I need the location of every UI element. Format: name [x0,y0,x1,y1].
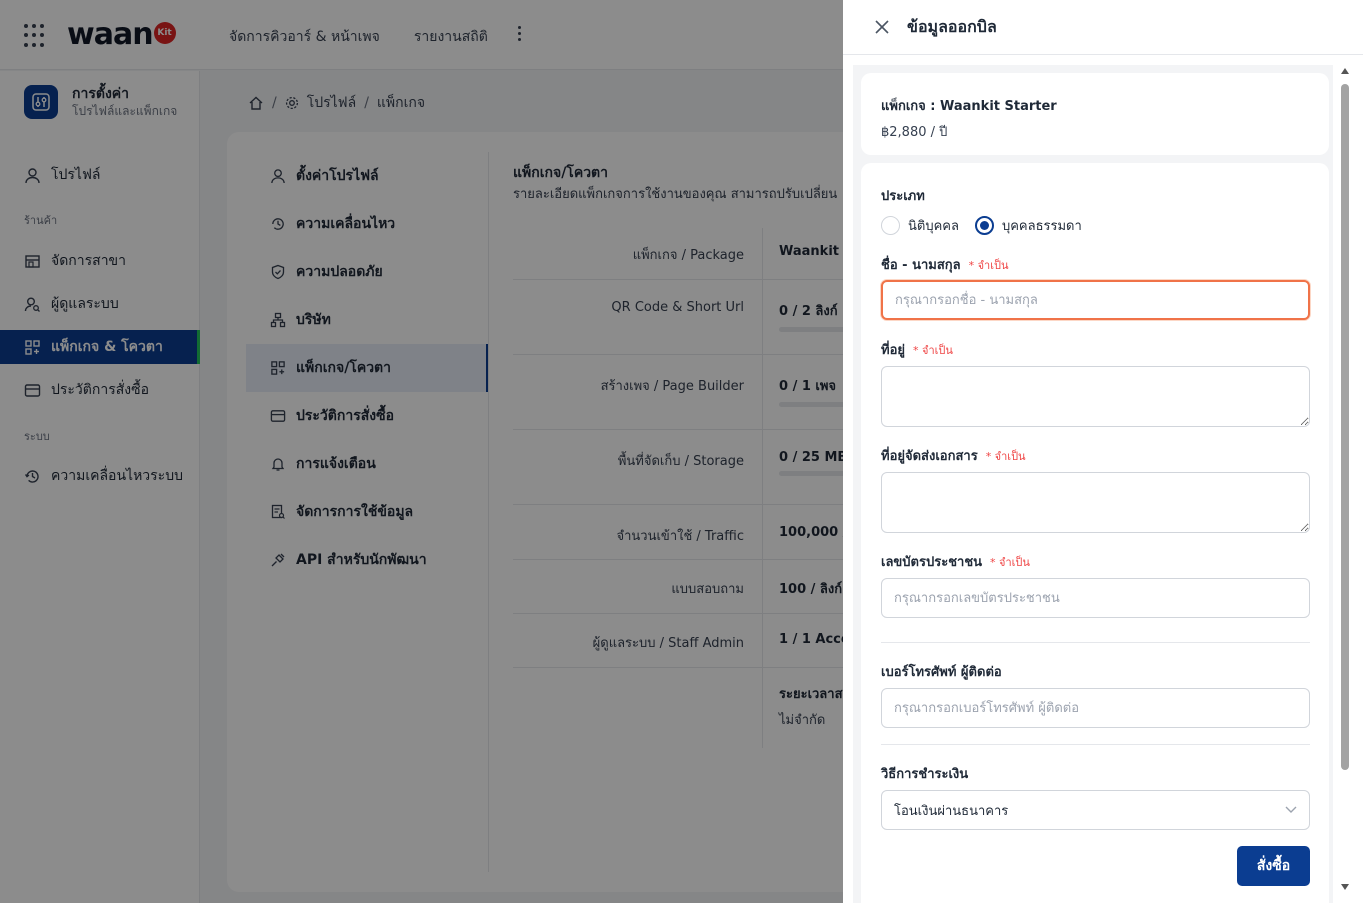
payment-selected-value: โอนเงินผ่านธนาคาร [894,803,1009,819]
chevron-down-icon [1285,806,1297,813]
radio-label: นิติบุคคล [908,219,959,234]
id-card-input[interactable] [881,578,1310,618]
name-label-text: ชื่อ - นามสกุล [881,258,961,273]
scroll-down-arrow[interactable] [1341,884,1349,890]
divider [881,744,1310,745]
package-summary-card: แพ็กเกจ : Waankit Starter ฿2,880 / ปี [861,73,1329,155]
drawer-header: ข้อมูลออกบิล [843,0,1363,55]
id-label-text: เลขบัตรประชาชน [881,555,983,570]
type-label-text: ประเภท [881,189,925,204]
radio-label: บุคคลธรรมดา [1001,219,1082,234]
close-icon[interactable] [873,18,891,36]
name-label: ชื่อ - นามสกุล * จำเป็น [881,254,1009,275]
shipping-address-textarea[interactable] [881,472,1310,533]
required-marker: * จำเป็น [985,450,1026,463]
radio-juristic[interactable]: นิติบุคคล [881,215,959,236]
package-name: แพ็กเกจ : Waankit Starter [881,99,1057,114]
payment-method-select[interactable]: โอนเงินผ่านธนาคาร [881,790,1310,830]
billing-drawer: ข้อมูลออกบิล แพ็กเกจ : Waankit Starter ฿… [843,0,1363,903]
payment-label-text: วิธีการชำระเงิน [881,767,969,782]
order-button[interactable]: สั่งซื้อ [1237,846,1310,886]
package-price: ฿2,880 / ปี [881,125,948,140]
phone-label-text: เบอร์โทรศัพท์ ผู้ติดต่อ [881,665,1002,680]
radio-circle-selected[interactable] [974,216,994,235]
required-marker: * จำเป็น [913,344,953,357]
shipping-address-label: ที่อยู่จัดส่งเอกสาร * จำเป็น [881,445,1026,466]
payment-label: วิธีการชำระเงิน [881,763,968,784]
drawer-body: แพ็กเกจ : Waankit Starter ฿2,880 / ปี ปร… [853,65,1333,903]
required-marker: * จำเป็น [968,259,1009,272]
divider [881,642,1310,643]
drawer-title: ข้อมูลออกบิล [907,16,997,36]
radio-individual[interactable]: บุคคลธรรมดา [974,215,1082,236]
id-card-label: เลขบัตรประชาชน * จำเป็น [881,551,1030,572]
scroll-up-arrow[interactable] [1341,68,1349,74]
radio-circle[interactable] [881,216,900,235]
full-name-input[interactable] [881,280,1310,320]
required-marker: * จำเป็น [990,556,1030,569]
shipping-label-text: ที่อยู่จัดส่งเอกสาร [881,449,978,464]
address-label-text: ที่อยู่ [881,343,905,358]
type-label: ประเภท [881,185,925,206]
phone-label: เบอร์โทรศัพท์ ผู้ติดต่อ [881,661,1002,682]
address-textarea[interactable] [881,366,1310,427]
scroll-thumb[interactable] [1341,84,1349,770]
type-radio-group: นิติบุคคล บุคคลธรรมดา [881,215,1082,236]
billing-form: ประเภท นิติบุคคล บุคคลธรรมดา ชื่อ - นามส… [861,163,1329,903]
drawer-scrollbar[interactable] [1339,68,1351,890]
address-label: ที่อยู่ * จำเป็น [881,339,953,360]
phone-input[interactable] [881,688,1310,728]
modal-backdrop[interactable] [0,0,843,903]
